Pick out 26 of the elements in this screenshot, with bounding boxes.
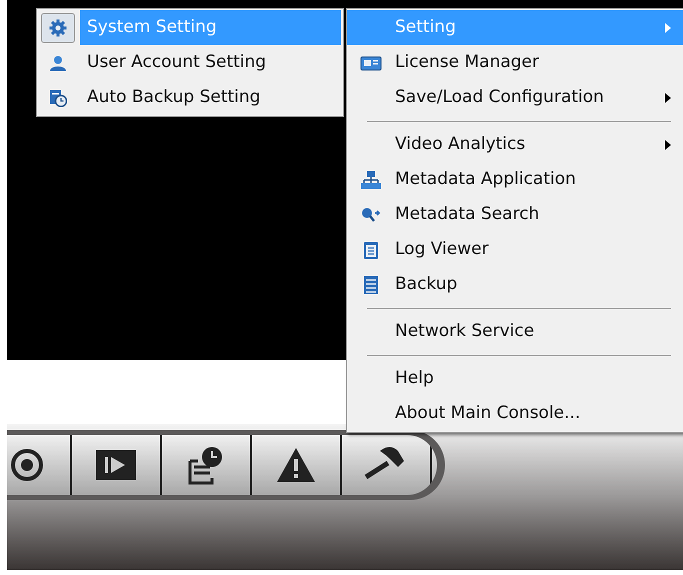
target-icon (9, 447, 45, 483)
submenu-arrow-icon (665, 22, 671, 32)
warning-icon (276, 447, 316, 483)
clipboard-icon (363, 240, 379, 260)
network-icon (360, 170, 382, 190)
list-icon (363, 274, 379, 294)
search-icon (360, 206, 382, 222)
menu-item[interactable]: Help (347, 361, 683, 396)
menu-item[interactable]: About Main Console... (347, 396, 683, 431)
user-icon (49, 54, 67, 72)
menu-item[interactable]: Backup (347, 267, 683, 302)
menu-item[interactable]: Auto Backup Setting (37, 80, 343, 115)
menu-item[interactable]: Save/Load Configuration (347, 80, 683, 115)
menu-item[interactable]: User Account Setting (37, 45, 343, 80)
id-card-icon (360, 54, 382, 70)
gear-icon (49, 18, 67, 36)
calendar-clock-icon (49, 88, 67, 106)
menu-item[interactable]: Metadata Search (347, 197, 683, 232)
menu-item[interactable]: Video Analytics (347, 127, 683, 162)
play-icon (96, 450, 136, 480)
menu-item[interactable]: Log Viewer (347, 232, 683, 267)
submenu-arrow-icon (665, 92, 671, 102)
submenu-arrow-icon (665, 140, 671, 150)
menu-item[interactable]: License Manager (347, 45, 683, 80)
menu-item[interactable]: Metadata Application (347, 162, 683, 197)
menu-item[interactable]: Network Service (347, 314, 683, 349)
